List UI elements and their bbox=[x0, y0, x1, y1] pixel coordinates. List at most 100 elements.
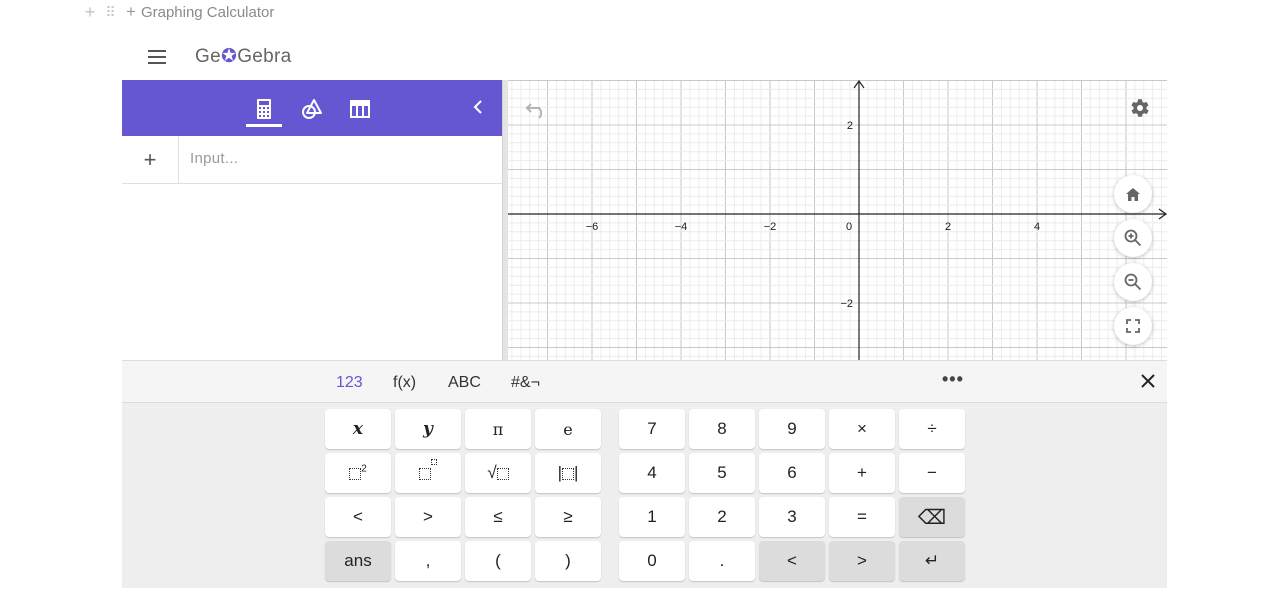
key-ans[interactable]: ans bbox=[325, 541, 391, 581]
key-label: ) bbox=[565, 551, 571, 570]
hamburger-menu-icon[interactable] bbox=[148, 50, 168, 64]
key-abs[interactable]: |x||| bbox=[535, 453, 601, 493]
undo-icon[interactable] bbox=[524, 98, 550, 120]
key-label: 5 bbox=[717, 463, 727, 482]
key-label: > bbox=[857, 551, 867, 570]
plus-icon[interactable]: + bbox=[126, 2, 136, 22]
key-decimal[interactable]: . bbox=[689, 541, 755, 581]
key-square[interactable]: x²2 bbox=[325, 453, 391, 493]
key-minus[interactable]: − bbox=[899, 453, 965, 493]
keyboard-tab-symbols[interactable]: #&¬ bbox=[511, 374, 540, 392]
key-label: ↵ bbox=[924, 551, 940, 570]
zoom-in-icon[interactable] bbox=[1114, 219, 1152, 257]
algebra-toolbar bbox=[122, 80, 503, 136]
key-label: 0 bbox=[647, 551, 657, 570]
cursor-right-icon[interactable]: > bbox=[829, 541, 895, 581]
x-tick-label: 0 bbox=[846, 221, 852, 233]
add-block-icon[interactable]: + bbox=[80, 2, 100, 23]
key-glyph: √ bbox=[487, 463, 509, 483]
key-label: < bbox=[353, 507, 363, 526]
key-greater-than[interactable]: > bbox=[395, 497, 461, 537]
algebra-panel: + Input... bbox=[122, 80, 503, 360]
graphics-view[interactable]: −6 −4 −2 0 2 4 2 −2 bbox=[508, 80, 1167, 360]
home-icon[interactable] bbox=[1114, 175, 1152, 213]
key-label: π bbox=[492, 419, 504, 439]
key-greater-equal[interactable]: ≥ bbox=[535, 497, 601, 537]
backspace-icon[interactable]: ⌫ bbox=[899, 497, 965, 537]
x-tick-label: −6 bbox=[586, 221, 599, 233]
key-equals[interactable]: = bbox=[829, 497, 895, 537]
key-label: x bbox=[352, 419, 364, 439]
keyboard-tab-abc[interactable]: ABC bbox=[448, 374, 481, 392]
key-3[interactable]: 3 bbox=[759, 497, 825, 537]
key-7[interactable]: 7 bbox=[619, 409, 685, 449]
key-4[interactable]: 4 bbox=[619, 453, 685, 493]
key-9[interactable]: 9 bbox=[759, 409, 825, 449]
keyboard-tabs: 123 f(x) ABC #&¬ ••• bbox=[122, 361, 1167, 403]
key-pi[interactable]: π bbox=[465, 409, 531, 449]
key-6[interactable]: 6 bbox=[759, 453, 825, 493]
key-open-paren[interactable]: ( bbox=[465, 541, 531, 581]
y-tick-label: −2 bbox=[840, 298, 853, 310]
key-divide[interactable]: ÷ bbox=[899, 409, 965, 449]
tools-icon[interactable] bbox=[294, 92, 330, 126]
y-tick-label: 2 bbox=[847, 120, 853, 132]
key-power[interactable]: xⁿ bbox=[395, 453, 461, 493]
key-label: 8 bbox=[717, 419, 727, 438]
keyboard-tab-functions[interactable]: f(x) bbox=[393, 374, 416, 392]
key-plus[interactable]: + bbox=[829, 453, 895, 493]
x-tick-label: −2 bbox=[764, 221, 777, 233]
key-8[interactable]: 8 bbox=[689, 409, 755, 449]
key-glyph bbox=[419, 459, 437, 483]
key-close-paren[interactable]: ) bbox=[535, 541, 601, 581]
geogebra-logo: Ge✪Gebra bbox=[195, 46, 292, 67]
cursor-left-icon[interactable]: < bbox=[759, 541, 825, 581]
key-comma[interactable]: , bbox=[395, 541, 461, 581]
key-label: ÷ bbox=[927, 419, 937, 438]
key-glyph: | | bbox=[557, 463, 579, 482]
key-label: = bbox=[857, 507, 867, 526]
settings-gear-icon[interactable] bbox=[1127, 96, 1151, 120]
key-x[interactable]: x bbox=[325, 409, 391, 449]
key-less-than[interactable]: < bbox=[325, 497, 391, 537]
key-0[interactable]: 0 bbox=[619, 541, 685, 581]
enter-icon[interactable]: ↵ bbox=[899, 541, 965, 581]
key-sqrt[interactable]: √√ bbox=[465, 453, 531, 493]
key-y[interactable]: y bbox=[395, 409, 461, 449]
key-label: ≤ bbox=[493, 507, 503, 526]
key-5[interactable]: 5 bbox=[689, 453, 755, 493]
x-tick-label: 2 bbox=[945, 221, 951, 233]
key-less-equal[interactable]: ≤ bbox=[465, 497, 531, 537]
input-add-button[interactable]: + bbox=[122, 136, 179, 183]
key-label: 3 bbox=[787, 507, 797, 526]
key-label: 2 bbox=[717, 507, 727, 526]
x-tick-label: 4 bbox=[1034, 221, 1040, 233]
active-tab-indicator bbox=[246, 124, 282, 127]
key-times[interactable]: × bbox=[829, 409, 895, 449]
block-title[interactable]: Graphing Calculator bbox=[141, 4, 274, 21]
key-1[interactable]: 1 bbox=[619, 497, 685, 537]
table-icon[interactable] bbox=[342, 92, 378, 126]
algebra-calculator-icon[interactable] bbox=[246, 92, 282, 126]
zoom-out-icon[interactable] bbox=[1114, 263, 1152, 301]
collapse-panel-chevron-icon[interactable] bbox=[468, 96, 488, 118]
keyboard-more-icon[interactable]: ••• bbox=[942, 369, 964, 390]
app-header: Ge✪Gebra bbox=[122, 36, 1167, 80]
notion-block-bar: + ⠿ + Graphing Calculator bbox=[80, 0, 275, 24]
close-keyboard-icon[interactable] bbox=[1138, 371, 1158, 391]
key-e[interactable]: e bbox=[535, 409, 601, 449]
keyboard-tab-123[interactable]: 123 bbox=[336, 374, 363, 392]
fullscreen-icon[interactable] bbox=[1114, 307, 1152, 345]
key-label: 6 bbox=[787, 463, 797, 482]
key-label: , bbox=[425, 551, 431, 570]
key-label: > bbox=[423, 507, 433, 526]
key-label: × bbox=[857, 419, 867, 438]
algebra-input-field[interactable]: Input... bbox=[190, 150, 238, 167]
key-label: ans bbox=[344, 551, 372, 570]
coordinate-grid[interactable]: −6 −4 −2 0 2 4 2 −2 bbox=[508, 80, 1167, 360]
drag-handle-icon[interactable]: ⠿ bbox=[100, 4, 120, 21]
key-label: 1 bbox=[647, 507, 657, 526]
key-label: 7 bbox=[647, 419, 657, 438]
key-2[interactable]: 2 bbox=[689, 497, 755, 537]
key-label: ⌫ bbox=[917, 506, 947, 529]
